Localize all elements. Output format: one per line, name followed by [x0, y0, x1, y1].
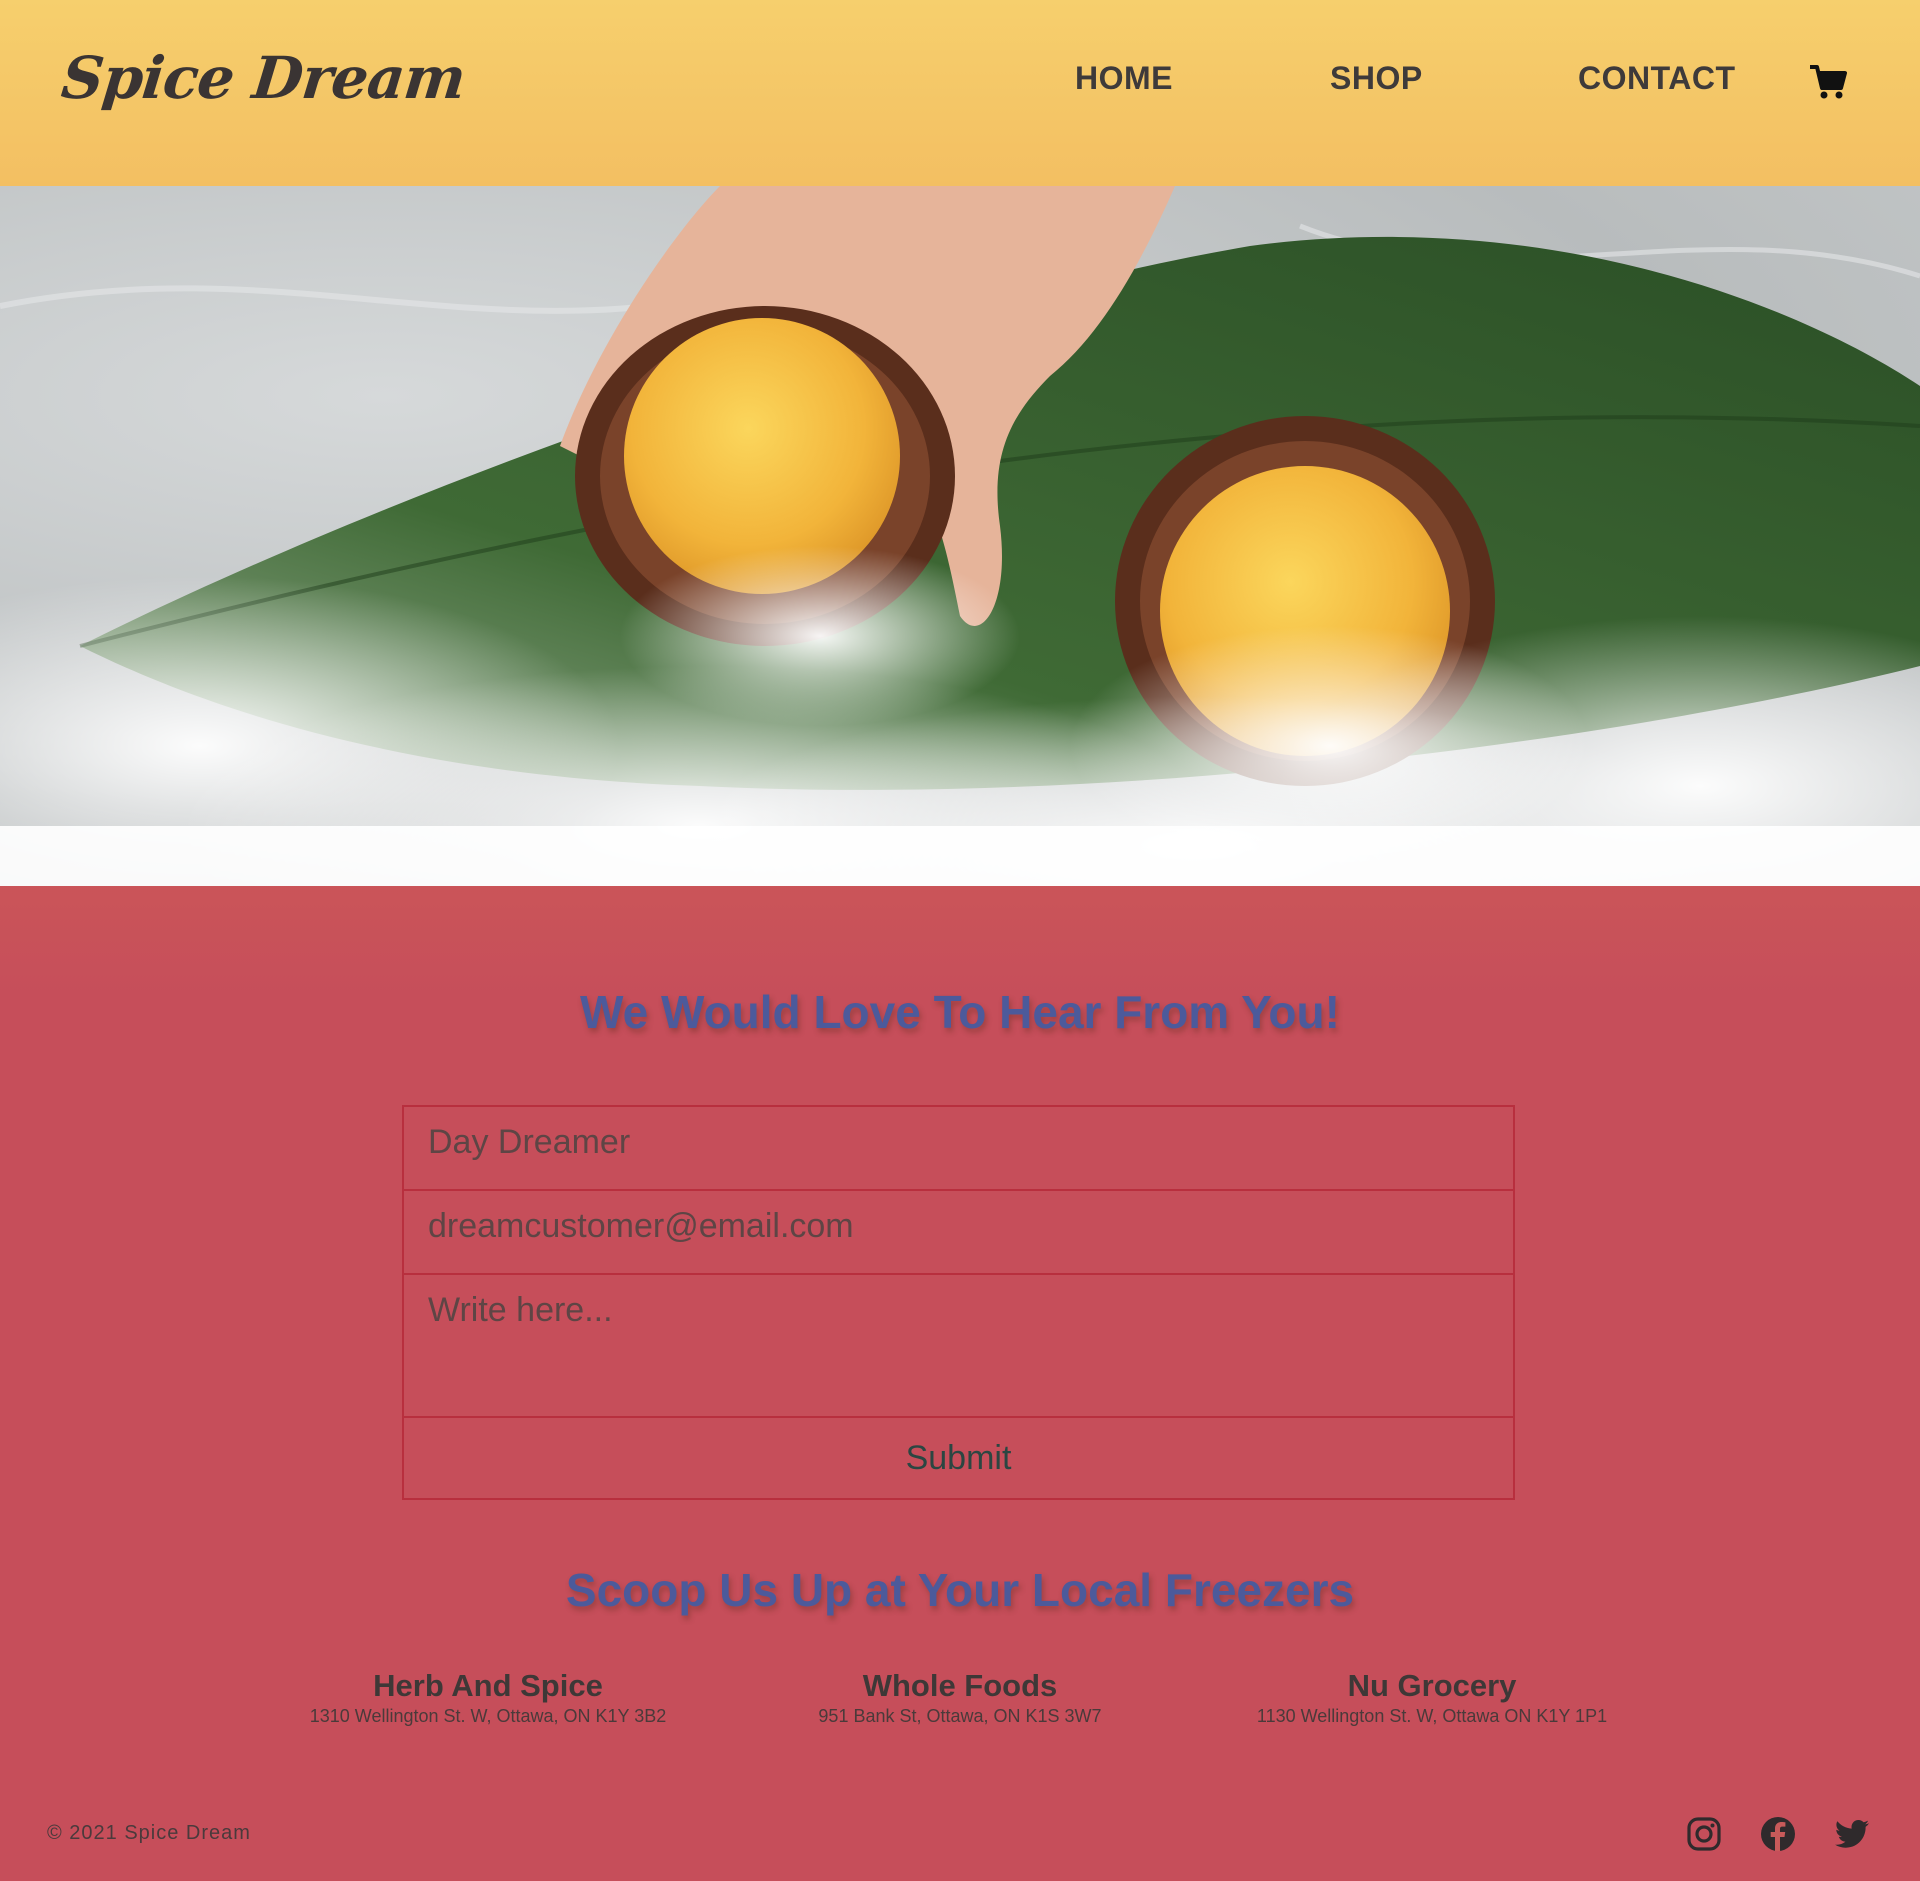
brand-logo[interactable]: Spice Dream — [58, 44, 468, 112]
nav-contact[interactable]: CONTACT — [1578, 60, 1736, 97]
store-address: 1310 Wellington St. W, Ottawa, ON K1Y 3B… — [309, 1706, 667, 1726]
coconut-sorbet-illustration — [0, 186, 1920, 886]
email-field[interactable]: dreamcustomer@email.com — [404, 1191, 1513, 1275]
store-item: Nu Grocery 1130 Wellington St. W, Ottawa… — [1182, 1668, 1682, 1727]
contact-heading: We Would Love To Hear From You! — [580, 986, 1340, 1038]
stores-heading: Scoop Us Up at Your Local Freezers — [565, 1564, 1355, 1616]
submit-button[interactable]: Submit — [404, 1418, 1513, 1498]
instagram-icon[interactable] — [1686, 1816, 1722, 1852]
facebook-icon[interactable] — [1760, 1816, 1796, 1852]
twitter-icon[interactable] — [1834, 1816, 1870, 1852]
store-name: Whole Foods — [862, 1668, 1058, 1703]
store-address: 951 Bank St, Ottawa, ON K1S 3W7 — [818, 1706, 1102, 1726]
store-item: Whole Foods 951 Bank St, Ottawa, ON K1S … — [710, 1668, 1210, 1727]
contact-form: Day Dreamer dreamcustomer@email.com Writ… — [402, 1105, 1515, 1500]
store-address: 1130 Wellington St. W, Ottawa ON K1Y 1P1 — [1256, 1706, 1608, 1726]
site-header: Spice Dream HOME SHOP CONTACT — [0, 0, 1920, 186]
message-field[interactable]: Write here... — [404, 1275, 1513, 1418]
nav-shop[interactable]: SHOP — [1330, 60, 1423, 97]
copyright-text: © 2021 Spice Dream — [47, 1822, 251, 1844]
store-name: Nu Grocery — [1347, 1668, 1517, 1703]
name-field[interactable]: Day Dreamer — [404, 1107, 1513, 1191]
hero-image — [0, 186, 1920, 886]
store-item: Herb And Spice 1310 Wellington St. W, Ot… — [238, 1668, 738, 1727]
nav-home[interactable]: HOME — [1075, 60, 1173, 97]
store-name: Herb And Spice — [373, 1668, 603, 1703]
shopping-cart-icon[interactable] — [1808, 62, 1848, 102]
